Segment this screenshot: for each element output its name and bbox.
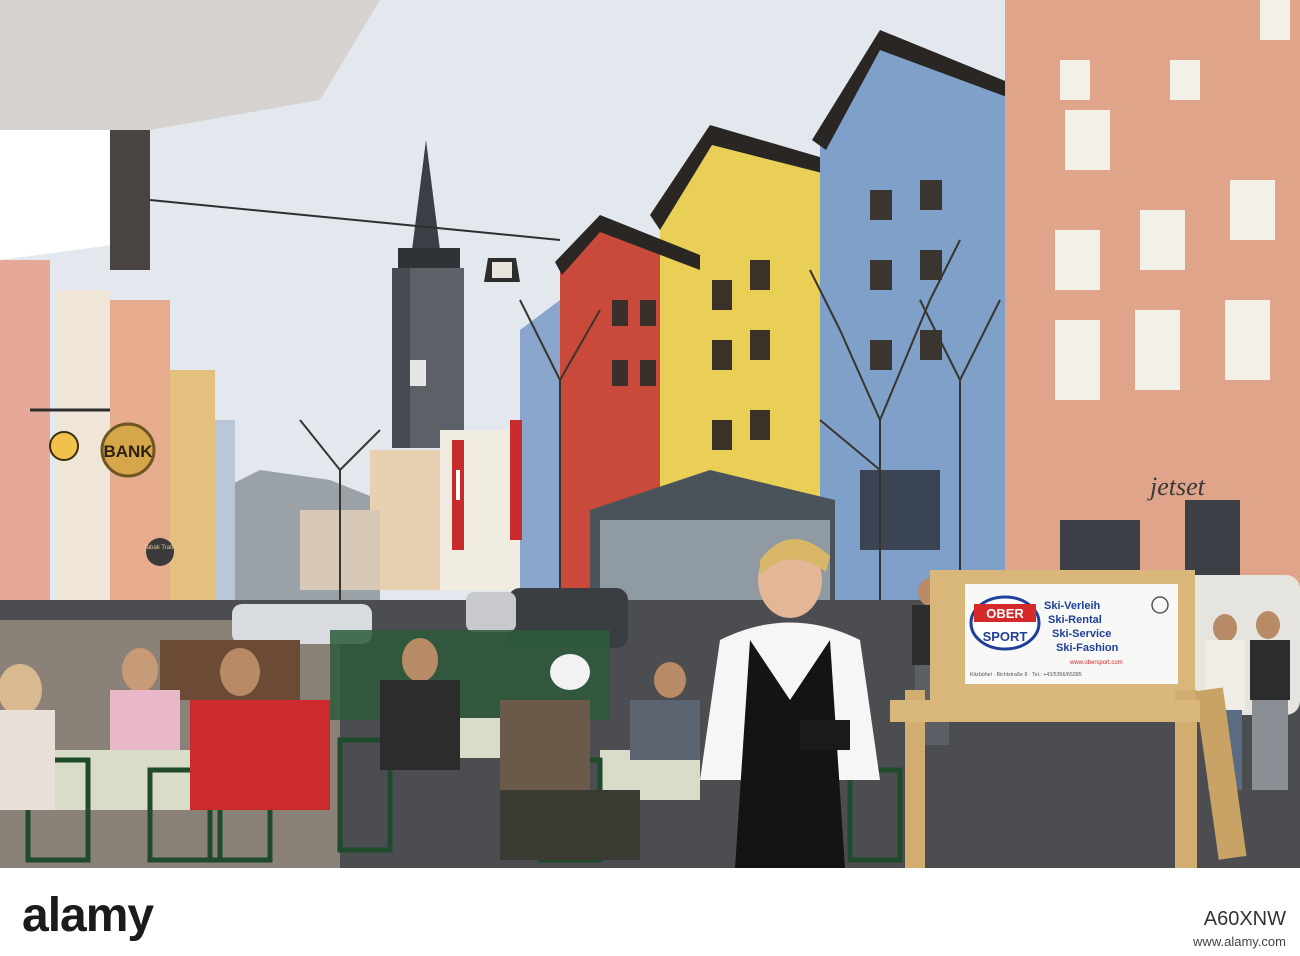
watermark-url: www.alamy.com xyxy=(1193,934,1286,949)
ad-line-4: Ski-Fashion xyxy=(1056,642,1119,654)
logo-top-text: OBER xyxy=(986,606,1024,621)
alamy-logo: alamy xyxy=(22,889,154,942)
ad-line-2: Ski-Rental xyxy=(1048,614,1102,626)
yellow-facade xyxy=(660,130,830,520)
bank-sign-label: BANK xyxy=(103,442,153,461)
logo-bottom-text: SPORT xyxy=(983,629,1028,644)
tabak-sign-label: Tabak Trafik xyxy=(144,545,177,551)
watermark-bar xyxy=(0,868,1300,956)
street-photo: jetset BANK Tabak Trafik OBER SPORT Ski-… xyxy=(0,0,1300,868)
ad-line-3: Ski-Service xyxy=(1052,628,1111,640)
salmon-facade: jetset xyxy=(1005,0,1300,640)
ad-address: Kitzbühel · Bichlstraße 8 · Tel.: +43/53… xyxy=(970,672,1082,678)
flag-white-stripe xyxy=(456,470,460,500)
photo-scene: jetset BANK Tabak Trafik OBER SPORT Ski-… xyxy=(0,0,1300,868)
ad-url: www.obersport.com xyxy=(1069,660,1123,666)
flag-red-2 xyxy=(510,420,522,540)
store-script: jetset xyxy=(1147,472,1206,501)
ad-line-1: Ski-Verleih xyxy=(1044,600,1101,612)
eave-beam xyxy=(110,130,150,270)
image-id: A60XNW xyxy=(1203,908,1286,930)
